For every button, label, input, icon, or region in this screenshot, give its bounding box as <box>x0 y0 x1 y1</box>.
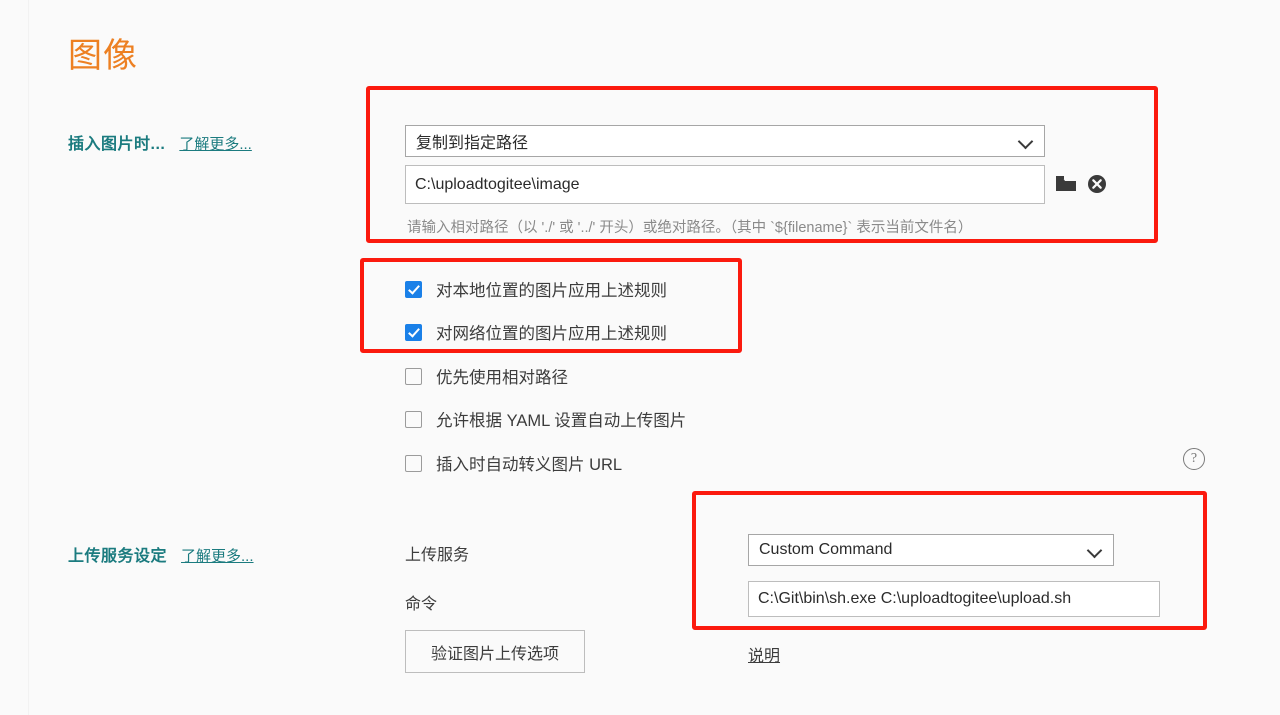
upload-command-value: C:\Git\bin\sh.exe C:\uploadtogitee\uploa… <box>758 590 1072 607</box>
settings-page: 图像 插入图片时... 了解更多... 复制到指定路径 C:\uploadtog… <box>0 0 1280 715</box>
verify-upload-options-label: 验证图片上传选项 <box>430 645 559 663</box>
chevron-down-icon <box>1087 542 1103 558</box>
upload-service-field-label: 上传服务 <box>405 547 470 564</box>
page-title: 图像 <box>68 37 138 75</box>
upload-service-label: 上传服务设定 <box>68 548 168 565</box>
question-circle-icon[interactable]: ? <box>1183 448 1205 470</box>
upload-doc-link[interactable]: 说明 <box>748 642 780 666</box>
checkbox-row-escape-url[interactable]: 插入时自动转义图片 URL <box>405 451 622 475</box>
upload-service-select[interactable]: Custom Command <box>748 534 1114 566</box>
checkbox-escape-url[interactable] <box>405 454 422 472</box>
image-action-select[interactable]: 复制到指定路径 <box>405 125 1045 157</box>
checkbox-label-yaml-auto-upload: 允许根据 YAML 设置自动上传图片 <box>436 412 687 430</box>
verify-upload-options-button[interactable]: 验证图片上传选项 <box>405 630 585 673</box>
checkbox-row-network-images[interactable]: 对网络位置的图片应用上述规则 <box>405 320 667 344</box>
upload-command-input[interactable]: C:\Git\bin\sh.exe C:\uploadtogitee\uploa… <box>748 581 1160 617</box>
checkbox-local-images[interactable] <box>405 280 422 298</box>
checkbox-prefer-relative-path[interactable] <box>405 367 422 385</box>
checkbox-label-network-images: 对网络位置的图片应用上述规则 <box>436 325 667 343</box>
insert-image-label: 插入图片时... <box>68 136 166 153</box>
left-divider <box>28 0 29 715</box>
image-path-input[interactable]: C:\uploadtogitee\image <box>405 165 1045 204</box>
clear-circle-icon[interactable] <box>1087 174 1107 194</box>
upload-service-row-label: 上传服务设定 了解更多... <box>68 542 254 566</box>
checkbox-label-escape-url: 插入时自动转义图片 URL <box>436 456 623 474</box>
upload-service-selected-value: Custom Command <box>759 541 893 558</box>
image-path-hint: 请输入相对路径（以 './' 或 '../' 开头）或绝对路径。（其中 `${f… <box>407 220 973 236</box>
checkbox-row-prefer-relative-path[interactable]: 优先使用相对路径 <box>405 364 568 388</box>
image-path-value: C:\uploadtogitee\image <box>415 175 580 193</box>
insert-image-learn-more-link[interactable]: 了解更多... <box>179 133 252 154</box>
checkbox-label-local-images: 对本地位置的图片应用上述规则 <box>436 282 667 300</box>
checkbox-row-yaml-auto-upload[interactable]: 允许根据 YAML 设置自动上传图片 <box>405 407 686 431</box>
checkbox-network-images[interactable] <box>405 323 422 341</box>
checkbox-label-prefer-relative-path: 优先使用相对路径 <box>436 369 568 387</box>
image-action-selected-value: 复制到指定路径 <box>416 135 529 152</box>
command-field-label: 命令 <box>405 596 438 613</box>
folder-icon[interactable] <box>1055 174 1077 194</box>
chevron-down-icon <box>1018 133 1034 149</box>
insert-image-row-label: 插入图片时... 了解更多... <box>68 130 252 154</box>
checkbox-yaml-auto-upload[interactable] <box>405 410 422 428</box>
checkbox-row-local-images[interactable]: 对本地位置的图片应用上述规则 <box>405 277 667 301</box>
upload-service-learn-more-link[interactable]: 了解更多... <box>181 545 254 566</box>
